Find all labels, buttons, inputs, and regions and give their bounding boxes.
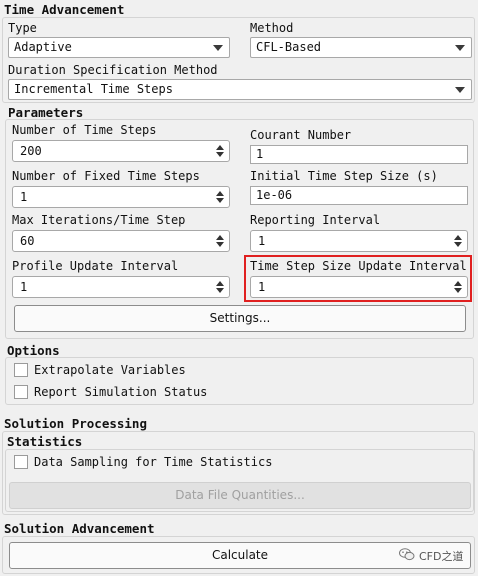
profile-label: Profile Update Interval <box>12 259 179 273</box>
chevron-down-icon <box>213 45 223 51</box>
spin-down-icon[interactable] <box>216 242 224 247</box>
spin-down-icon[interactable] <box>216 198 224 203</box>
method-value: CFL-Based <box>256 40 322 54</box>
report-status-checkbox[interactable] <box>14 385 28 399</box>
sampling-checkbox[interactable] <box>14 455 28 469</box>
extrapolate-checkbox[interactable] <box>14 363 28 377</box>
courant-input[interactable]: 1 <box>250 145 468 164</box>
reporting-input[interactable]: 1 <box>250 230 468 252</box>
watermark-text: CFD之道 <box>419 550 464 563</box>
step-update-input[interactable]: 1 <box>250 276 468 298</box>
profile-input[interactable]: 1 <box>12 276 230 298</box>
num-fixed-steps-value: 1 <box>20 190 28 204</box>
duration-dropdown[interactable]: Incremental Time Steps <box>8 79 472 100</box>
options-title: Options <box>7 343 60 358</box>
settings-button[interactable]: Settings... <box>14 305 466 332</box>
method-label: Method <box>250 21 294 35</box>
spin-down-icon[interactable] <box>454 242 462 247</box>
num-time-steps-label: Number of Time Steps <box>12 123 157 137</box>
courant-label: Courant Number <box>250 128 352 142</box>
spin-down-icon[interactable] <box>216 152 224 157</box>
chevron-down-icon <box>455 45 465 51</box>
max-iter-input[interactable]: 60 <box>12 230 230 252</box>
method-dropdown[interactable]: CFL-Based <box>250 37 472 58</box>
spin-up-icon[interactable] <box>454 281 462 286</box>
num-time-steps-value: 200 <box>20 144 42 158</box>
max-iter-label: Max Iterations/Time Step <box>12 213 186 227</box>
num-fixed-steps-input[interactable]: 1 <box>12 186 230 208</box>
profile-value: 1 <box>20 280 28 294</box>
step-update-label: Time Step Size Update Interval <box>250 259 467 273</box>
solution-advancement-title: Solution Advancement <box>4 521 155 536</box>
num-time-steps-input[interactable]: 200 <box>12 140 230 162</box>
type-label: Type <box>8 21 37 35</box>
duration-label: Duration Specification Method <box>8 63 218 77</box>
report-status-label: Report Simulation Status <box>34 385 208 399</box>
solution-processing-title: Solution Processing <box>4 416 147 431</box>
spin-up-icon[interactable] <box>216 281 224 286</box>
spin-up-icon[interactable] <box>216 235 224 240</box>
spin-down-icon[interactable] <box>454 288 462 293</box>
spin-down-icon[interactable] <box>216 288 224 293</box>
initial-step-label: Initial Time Step Size (s) <box>250 169 438 183</box>
spin-up-icon[interactable] <box>216 145 224 150</box>
type-dropdown[interactable]: Adaptive <box>8 37 230 58</box>
chevron-down-icon <box>455 87 465 93</box>
statistics-title: Statistics <box>7 434 83 449</box>
type-value: Adaptive <box>14 40 72 54</box>
reporting-value: 1 <box>258 234 266 248</box>
initial-step-value: 1e-06 <box>256 188 293 202</box>
step-update-value: 1 <box>258 280 266 294</box>
extrapolate-label: Extrapolate Variables <box>34 363 186 377</box>
wechat-icon <box>399 548 415 564</box>
reporting-label: Reporting Interval <box>250 213 381 227</box>
initial-step-input[interactable]: 1e-06 <box>250 186 468 205</box>
time-advancement-title: Time Advancement <box>4 2 125 17</box>
num-fixed-steps-label: Number of Fixed Time Steps <box>12 169 200 183</box>
courant-value: 1 <box>256 147 264 161</box>
parameters-title: Parameters <box>8 105 84 120</box>
sampling-label: Data Sampling for Time Statistics <box>34 455 273 469</box>
max-iter-value: 60 <box>20 234 35 248</box>
spin-up-icon[interactable] <box>216 191 224 196</box>
duration-value: Incremental Time Steps <box>14 82 173 96</box>
watermark: CFD之道 <box>399 548 463 564</box>
spin-up-icon[interactable] <box>454 235 462 240</box>
data-file-quantities-button[interactable]: Data File Quantities... <box>9 482 471 509</box>
